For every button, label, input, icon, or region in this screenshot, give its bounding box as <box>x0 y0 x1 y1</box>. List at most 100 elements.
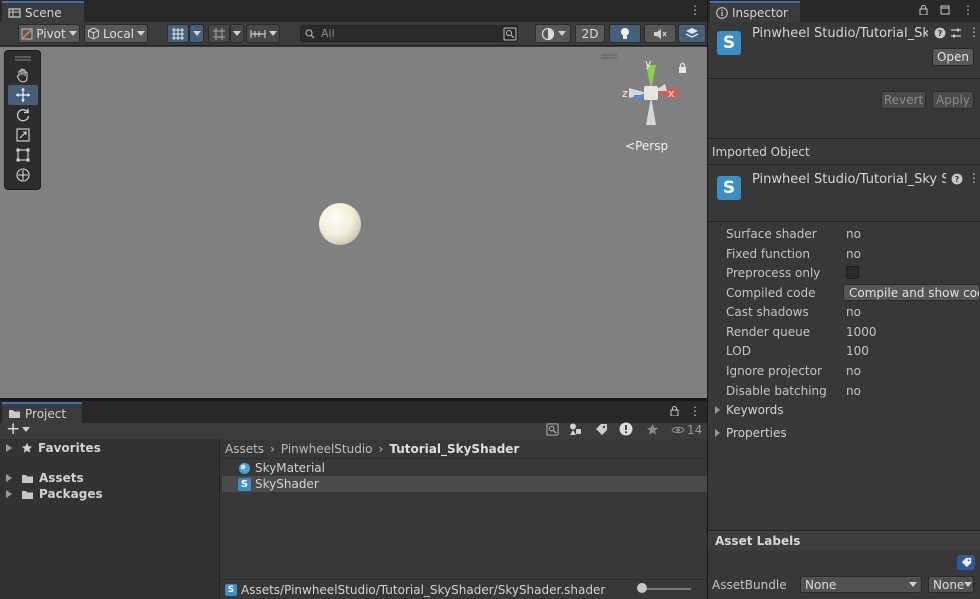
render-queue-label: Render queue <box>726 325 811 339</box>
filter-type-icon[interactable] <box>569 423 582 436</box>
tag-icon[interactable] <box>595 423 608 436</box>
help-icon[interactable]: ? <box>951 173 963 185</box>
project-panel: Project ⋮ + 14 Favorites Assets Packages… <box>0 401 707 599</box>
grid-snap-icon <box>171 27 185 41</box>
keywords-foldout[interactable]: Keywords <box>715 403 784 417</box>
breadcrumb: Assets › PinwheelStudio › Tutorial_SkySh… <box>221 439 707 459</box>
chevron-down-icon <box>233 31 241 36</box>
breadcrumb-item[interactable]: PinwheelStudio <box>281 442 373 456</box>
preprocess-only-checkbox[interactable] <box>846 266 859 279</box>
maximize-icon[interactable] <box>940 5 950 15</box>
more-menu-icon[interactable]: ⋮ <box>689 404 701 418</box>
icon-size-slider[interactable] <box>641 588 691 590</box>
folder-icon <box>8 408 21 419</box>
lock-icon[interactable] <box>919 5 928 15</box>
audio-toggle[interactable] <box>644 24 676 43</box>
pivot-dropdown[interactable]: Pivot <box>18 24 80 43</box>
warning-icon[interactable] <box>619 422 633 436</box>
rotate-tool[interactable] <box>8 105 38 125</box>
compile-and-show-code-button[interactable]: Compile and show code <box>843 284 980 301</box>
inspector-tab-label: Inspector <box>732 5 788 20</box>
more-menu-icon[interactable]: ⋮ <box>968 171 980 185</box>
persp-label: Persp <box>635 139 669 153</box>
local-dropdown[interactable]: Local <box>84 24 148 43</box>
local-label: Local <box>102 26 135 41</box>
apply-button[interactable]: Apply <box>932 91 974 109</box>
tree-item-packages[interactable]: Packages <box>6 487 103 501</box>
lighting-toggle[interactable] <box>609 24 641 43</box>
tag-icon <box>961 557 972 568</box>
scene-viewport[interactable]: y x z <Persp <box>0 47 707 398</box>
revert-button[interactable]: Revert <box>881 91 926 109</box>
scale-icon <box>15 127 31 143</box>
tab-inspector[interactable]: Inspector <box>710 1 800 22</box>
slider-handle[interactable] <box>637 583 647 593</box>
move-tool[interactable] <box>8 85 38 105</box>
more-menu-icon[interactable]: ⋮ <box>968 25 980 39</box>
move-icon <box>15 87 31 103</box>
project-tab-label: Project <box>25 406 67 421</box>
chevron-right-icon <box>6 474 12 482</box>
preset-icon[interactable] <box>950 27 962 39</box>
chevron-right-icon: › <box>270 441 275 456</box>
more-menu-icon[interactable]: ⋮ <box>962 3 974 17</box>
scene-search-field[interactable]: All <box>300 25 518 42</box>
more-menu-icon[interactable]: ⋮ <box>689 3 701 17</box>
chevron-down-icon <box>137 31 146 36</box>
properties-foldout[interactable]: Properties <box>715 426 787 440</box>
sky-sphere-object[interactable] <box>319 203 361 245</box>
surface-shader-value: no <box>846 227 861 241</box>
add-label-button[interactable] <box>957 555 975 570</box>
draw-mode-dropdown[interactable] <box>535 24 571 43</box>
search-by-type-icon[interactable] <box>546 423 559 436</box>
grid-snap-dropdown[interactable] <box>189 24 204 43</box>
svg-text:?: ? <box>955 175 960 184</box>
perspective-toggle[interactable]: <Persp <box>625 139 668 153</box>
asset-labels-header[interactable]: Asset Labels <box>708 530 980 550</box>
breadcrumb-item[interactable]: Tutorial_SkyShader <box>389 442 519 456</box>
add-asset-button[interactable]: + <box>6 421 31 438</box>
list-item[interactable]: S SkyShader <box>222 476 707 492</box>
material-sphere-icon <box>238 462 251 475</box>
mode-2d-toggle[interactable]: 2D <box>575 24 605 43</box>
increment-snap-icon <box>249 28 266 40</box>
drag-handle-icon[interactable] <box>8 53 37 65</box>
chevron-right-icon <box>715 429 720 437</box>
increment-snap-dropdown[interactable] <box>246 24 280 43</box>
grid-dropdown[interactable] <box>230 24 244 43</box>
lock-icon[interactable] <box>670 406 679 416</box>
cast-shadows-value: no <box>846 305 861 319</box>
divider <box>708 78 980 79</box>
chevron-right-icon <box>6 490 12 498</box>
scale-tool[interactable] <box>8 125 38 145</box>
tree-item-assets[interactable]: Assets <box>6 471 84 485</box>
hand-icon <box>15 67 31 83</box>
project-status-bar: S Assets/PinwheelStudio/Tutorial_SkyShad… <box>221 579 707 599</box>
scene-toolbar: Pivot Local All 2D <box>0 22 707 46</box>
star-icon[interactable] <box>646 423 659 436</box>
grid-snap-toggle[interactable] <box>167 24 189 43</box>
fixed-function-value: no <box>846 247 861 261</box>
chevron-right-icon <box>715 406 720 414</box>
lod-label: LOD <box>726 344 751 358</box>
preprocess-only-label: Preprocess only <box>726 266 821 280</box>
effects-dropdown[interactable] <box>678 24 706 43</box>
help-icon[interactable]: ? <box>934 27 946 39</box>
hand-tool[interactable] <box>8 65 38 85</box>
grid-visibility-toggle[interactable] <box>208 24 230 43</box>
chevron-down-icon <box>964 582 973 587</box>
tab-scene[interactable]: Scene <box>2 1 84 22</box>
item-label: SkyMaterial <box>255 461 325 475</box>
visible-count-toggle[interactable]: 14 <box>671 423 702 437</box>
asset-bundle-label: AssetBundle <box>712 578 787 592</box>
asset-bundle-variant-dropdown[interactable]: None <box>928 576 974 593</box>
rect-tool[interactable] <box>8 145 38 165</box>
transform-tool[interactable] <box>8 165 38 185</box>
search-by-type-icon[interactable] <box>503 27 517 41</box>
open-button[interactable]: Open <box>932 48 974 66</box>
list-item[interactable]: SkyMaterial <box>222 460 707 476</box>
folder-icon <box>21 473 34 484</box>
asset-bundle-dropdown[interactable]: None <box>800 576 922 593</box>
breadcrumb-item[interactable]: Assets <box>225 442 264 456</box>
tree-item-favorites[interactable]: Favorites <box>6 441 101 455</box>
